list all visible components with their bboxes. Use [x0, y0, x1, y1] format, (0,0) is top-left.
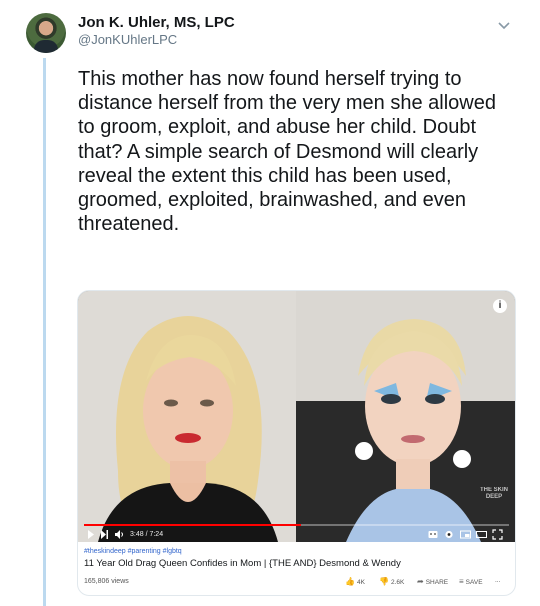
author-handle[interactable]: @JonKUhlerLPC [78, 32, 177, 47]
share-button[interactable]: ➦ SHARE [417, 577, 448, 586]
miniplayer-icon[interactable] [460, 529, 471, 540]
mother-figure [78, 291, 296, 542]
video-time: 3:48 / 7:24 [130, 531, 164, 538]
volume-icon[interactable] [114, 529, 125, 540]
thread-line [43, 58, 46, 606]
thumbs-down-icon: 👎 [379, 577, 389, 586]
save-button[interactable]: ≡ SAVE [459, 577, 483, 586]
fullscreen-icon[interactable] [492, 529, 503, 540]
settings-gear-icon[interactable] [444, 529, 454, 540]
play-icon[interactable] [87, 529, 95, 540]
child-figure [296, 291, 515, 542]
chevron-down-icon[interactable] [496, 20, 512, 32]
video-frame-left [78, 291, 296, 542]
theater-mode-icon[interactable] [476, 529, 487, 540]
save-label: SAVE [465, 579, 483, 586]
tweet-text: This mother has now found herself trying… [78, 68, 496, 236]
more-options-button[interactable]: ... [495, 577, 500, 584]
view-count: 165,806 views [84, 578, 129, 585]
thumbs-up-icon: 👍 [345, 577, 355, 586]
video-progress-fill [84, 524, 301, 526]
video-hashtags[interactable]: #theskindeep #parenting #lgbtq [84, 547, 509, 556]
video-frame-right [296, 291, 515, 542]
video-controls: 3:48 / 7:24 [78, 527, 515, 542]
dislike-count: 2.6K [390, 579, 405, 586]
info-icon[interactable]: i [493, 299, 507, 313]
author-name[interactable]: Jon K. Uhler, MS, LPC [78, 14, 235, 31]
share-label: SHARE [425, 579, 449, 586]
video-card[interactable]: i THE SKIN DEEP 3:48 / 7:24 #theskindeep… [77, 290, 516, 596]
author-avatar[interactable] [26, 13, 66, 53]
video-meta: #theskindeep #parenting #lgbtq 11 Year O… [84, 547, 509, 570]
dislike-button[interactable]: 👎 2.6K [379, 577, 404, 586]
video-progress-bar[interactable] [84, 524, 509, 526]
avatar-shirt [34, 40, 58, 53]
share-icon: ➦ [417, 577, 424, 586]
video-player[interactable]: i THE SKIN DEEP 3:48 / 7:24 [78, 291, 515, 542]
channel-watermark: THE SKIN DEEP [479, 487, 508, 500]
video-title[interactable]: 11 Year Old Drag Queen Confides in Mom |… [84, 557, 509, 570]
like-count: 4K [356, 579, 365, 586]
playlist-add-icon: ≡ [459, 577, 464, 586]
captions-icon[interactable] [428, 529, 438, 540]
like-button[interactable]: 👍 4K [345, 577, 365, 586]
next-icon[interactable] [100, 529, 109, 540]
